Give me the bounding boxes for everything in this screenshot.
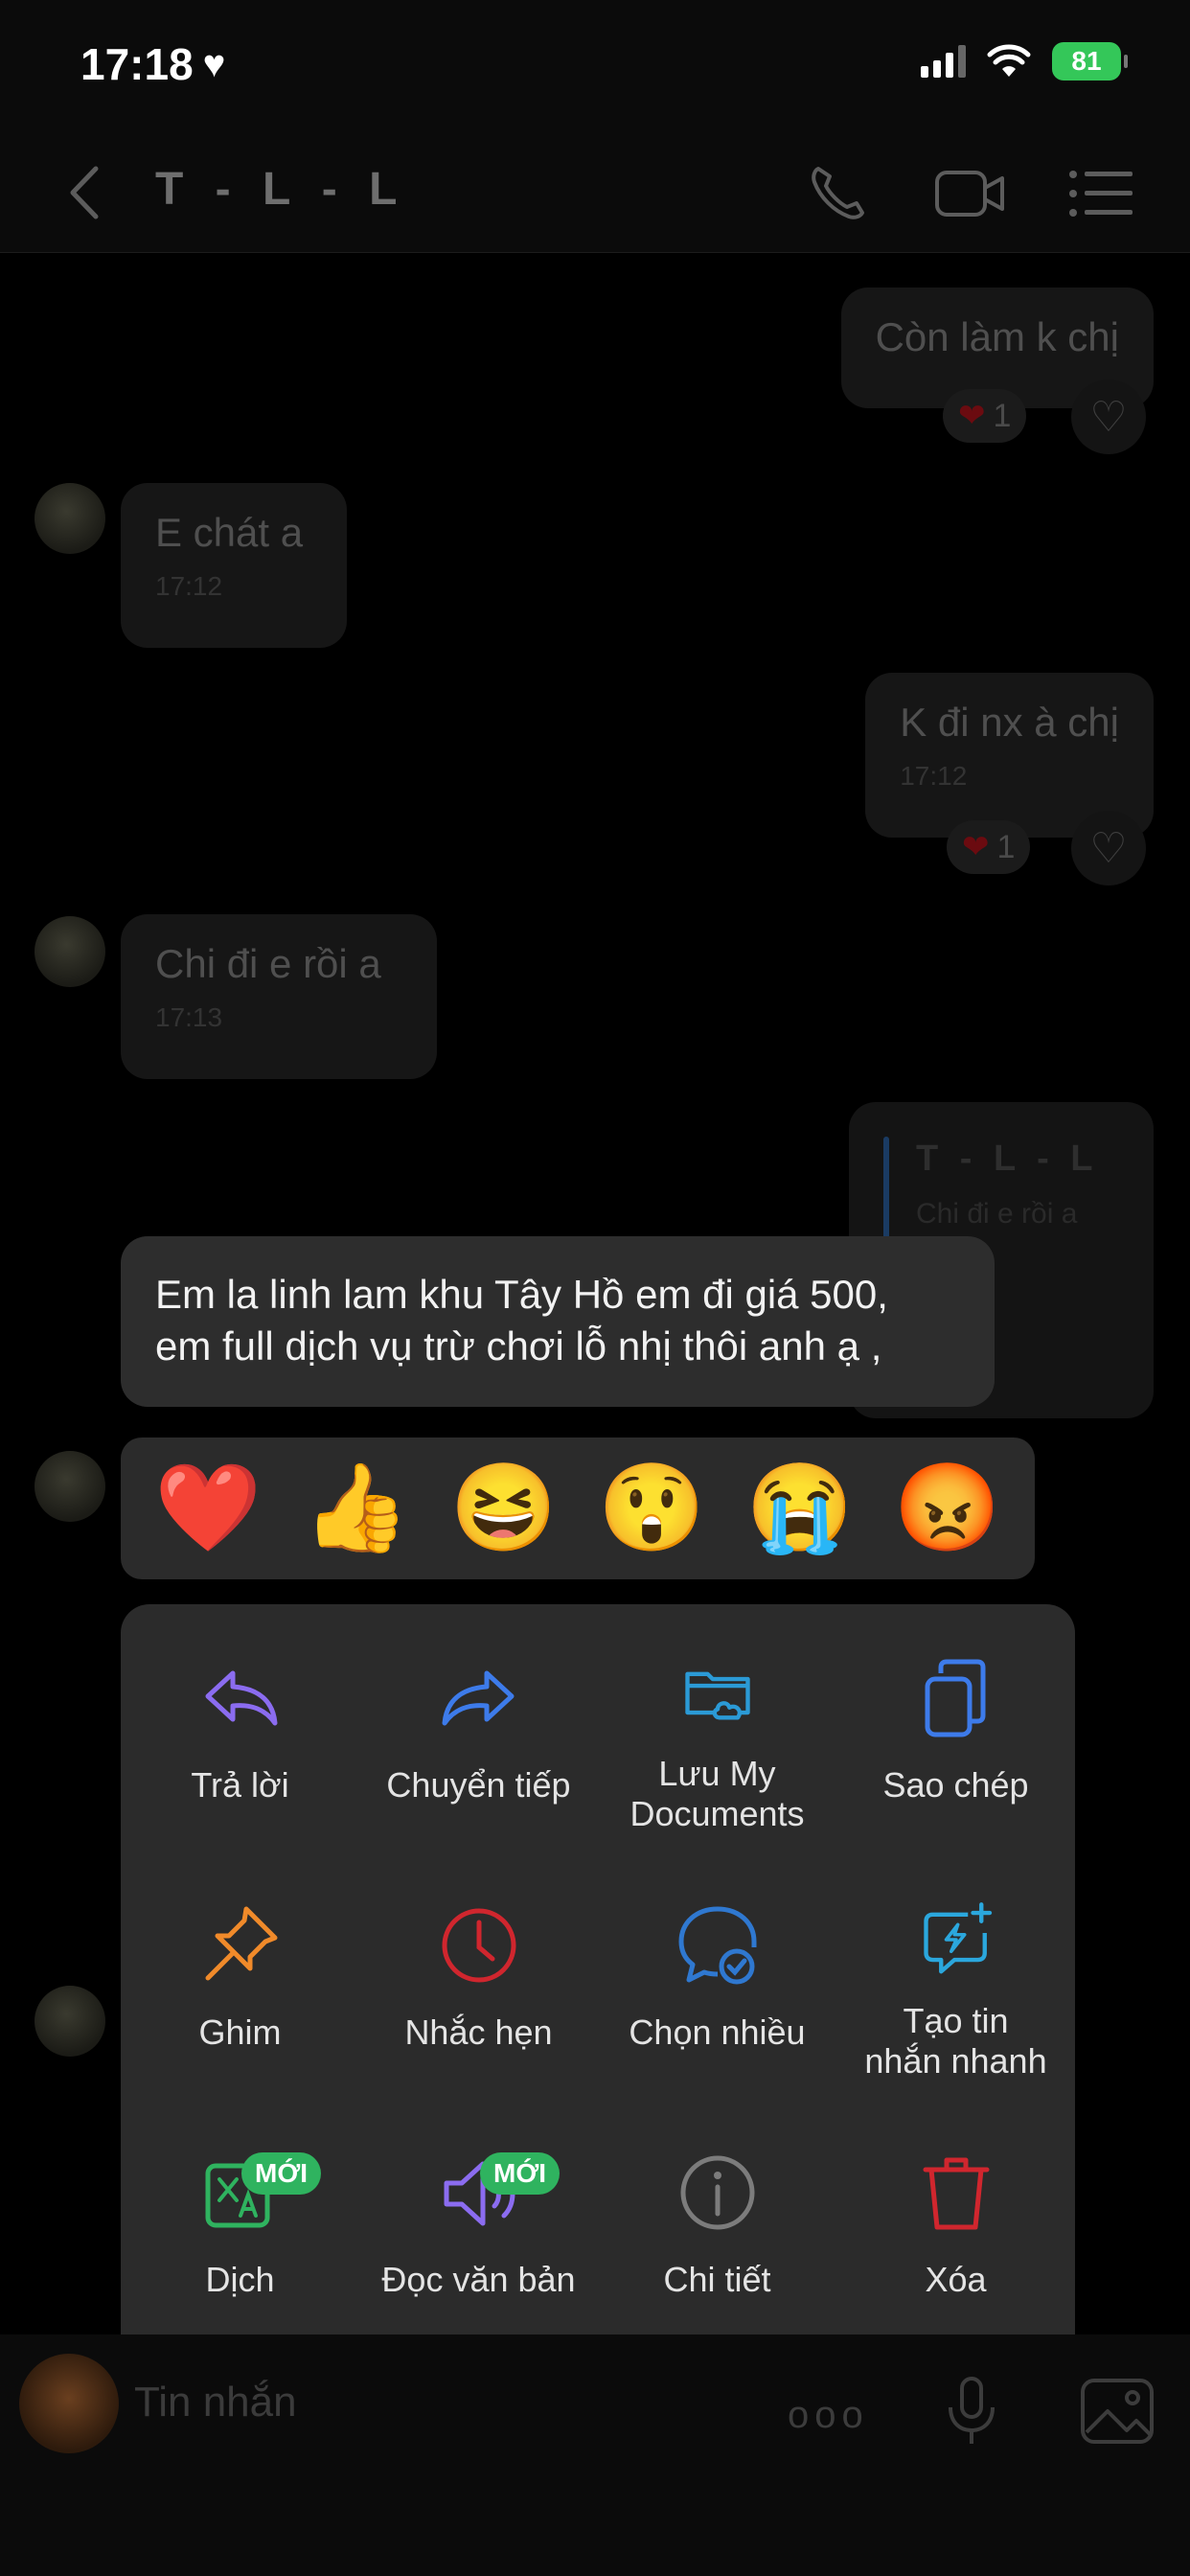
status-icons: 81	[921, 42, 1128, 80]
forward-label: Chuyển tiếp	[386, 1765, 571, 1805]
input-bar: Tin nhắn ooo	[0, 2334, 1190, 2576]
multi-select-icon	[678, 1906, 756, 1985]
clock-time: 17:18	[80, 39, 194, 89]
quote-snippet: Chi đi e rồi a	[916, 1198, 1078, 1230]
wifi-icon	[987, 44, 1031, 77]
message-text: K đi nx à chị	[900, 700, 1119, 745]
new-badge: MỚI	[241, 2152, 321, 2195]
message-text: E chát a	[155, 510, 304, 555]
image-icon[interactable]	[1077, 2373, 1157, 2450]
message-input[interactable]: Tin nhắn	[134, 2379, 297, 2426]
copy-icon	[925, 1659, 985, 1737]
reaction-count[interactable]: ❤ 1	[943, 389, 1027, 443]
message-time: 17:12	[900, 761, 968, 791]
selected-message-line-2: em full dịch vụ trừ chơi lỗ nhị thôi anh…	[155, 1323, 882, 1368]
pin-icon	[205, 1906, 277, 1981]
reminder-label: Nhắc hẹn	[404, 2012, 553, 2052]
trash-icon	[923, 2157, 989, 2230]
multi-select-button[interactable]: Chọn nhiều	[598, 1852, 836, 2082]
battery-indicator: 81	[1052, 42, 1128, 80]
quick-message-label: Tạo tin nhắn nhanh	[864, 2001, 1046, 2082]
new-badge: MỚI	[480, 2152, 560, 2195]
info-icon	[680, 2155, 754, 2230]
save-label-line-1: Lưu My	[658, 1754, 776, 1793]
like-button[interactable]: ♡	[1071, 811, 1146, 886]
clock: 17:18 ♥	[80, 38, 225, 90]
reaction-picker: ❤️ 👍 😆 😲 😭 😡	[121, 1438, 1035, 1579]
signal-icon	[921, 45, 966, 78]
forward-icon	[442, 1670, 514, 1726]
copy-label: Sao chép	[882, 1765, 1029, 1805]
details-button[interactable]: Chi tiết	[598, 2099, 836, 2329]
copy-button[interactable]: Sao chép	[836, 1604, 1075, 1834]
delete-button[interactable]: Xóa	[836, 2099, 1075, 2329]
pin-button[interactable]: Ghim	[121, 1852, 359, 2082]
cry-emoji[interactable]: 😭	[745, 1459, 853, 1558]
read-aloud-button[interactable]: MỚI Đọc văn bản	[359, 2099, 598, 2329]
quote-title: T - L - L	[916, 1138, 1099, 1179]
more-icon[interactable]: ooo	[788, 2394, 869, 2437]
translate-button[interactable]: MỚI Dịch	[121, 2099, 359, 2329]
selected-message[interactable]: Em la linh lam khu Tây Hồ em đi giá 500,…	[121, 1236, 995, 1407]
message-time: 17:13	[155, 1002, 223, 1032]
back-icon[interactable]	[57, 159, 115, 226]
delete-label: Xóa	[925, 2260, 987, 2299]
forward-button[interactable]: Chuyển tiếp	[359, 1604, 598, 1834]
video-icon[interactable]	[931, 159, 1008, 228]
message-bubble[interactable]: E chát a 17:12	[121, 483, 347, 648]
heart-icon: ❤	[958, 398, 986, 434]
message-text: Chi đi e rồi a	[155, 941, 381, 986]
surprised-emoji[interactable]: 😲	[598, 1459, 705, 1558]
avatar[interactable]	[34, 483, 105, 554]
message-text: Còn làm k chị	[875, 314, 1119, 359]
quick-message-label-line-1: Tạo tin	[903, 2001, 1009, 2040]
pin-label: Ghim	[198, 2012, 282, 2052]
save-label: Lưu My Documents	[629, 1754, 804, 1834]
avatar[interactable]	[34, 1986, 105, 2057]
cloud-folder-icon	[684, 1671, 750, 1720]
heart-icon: ♥	[202, 42, 226, 85]
chat-header: T - L - L	[0, 134, 1190, 253]
reply-icon	[205, 1670, 277, 1726]
details-label: Chi tiết	[663, 2260, 771, 2299]
selected-message-line-1: Em la linh lam khu Tây Hồ em đi giá 500,	[155, 1272, 888, 1317]
reply-button[interactable]: Trả lời	[121, 1604, 359, 1834]
reply-label: Trả lời	[191, 1765, 289, 1805]
quick-message-icon	[923, 1902, 992, 1974]
microphone-icon[interactable]	[943, 2373, 1000, 2450]
message-action-menu: Trả lời Chuyển tiếp Lưu My Documents Sao…	[121, 1604, 1075, 2388]
save-label-line-2: Documents	[629, 1794, 805, 1833]
reaction-count-value: 1	[996, 828, 1016, 865]
save-to-documents-button[interactable]: Lưu My Documents	[598, 1604, 836, 1834]
reaction-count-value: 1	[993, 397, 1012, 434]
chat-title[interactable]: T - L - L	[155, 163, 406, 216]
sticker-icon[interactable]	[19, 2354, 119, 2453]
avatar[interactable]	[34, 916, 105, 987]
reminder-button[interactable]: Nhắc hẹn	[359, 1852, 598, 2082]
quick-message-label-line-2: nhắn nhanh	[864, 2041, 1047, 2081]
clock-icon	[442, 1908, 515, 1983]
phone-icon[interactable]	[801, 159, 878, 228]
like-button[interactable]: ♡	[1071, 380, 1146, 454]
angry-emoji[interactable]: 😡	[894, 1459, 1001, 1558]
heart-emoji[interactable]: ❤️	[154, 1459, 262, 1558]
reaction-count[interactable]: ❤ 1	[947, 820, 1031, 874]
list-icon[interactable]	[1064, 159, 1140, 228]
avatar[interactable]	[34, 1451, 105, 1522]
laugh-emoji[interactable]: 😆	[450, 1459, 558, 1558]
heart-icon: ❤	[962, 829, 990, 865]
thumbs-up-emoji[interactable]: 👍	[302, 1459, 409, 1558]
quick-message-button[interactable]: Tạo tin nhắn nhanh	[836, 1852, 1075, 2082]
status-bar: 17:18 ♥ 81	[0, 0, 1190, 134]
multi-select-label: Chọn nhiều	[629, 2012, 806, 2052]
message-bubble[interactable]: Chi đi e rồi a 17:13	[121, 914, 437, 1079]
read-aloud-label: Đọc văn bản	[381, 2260, 576, 2299]
message-time: 17:12	[155, 571, 223, 601]
translate-label: Dịch	[205, 2260, 275, 2299]
